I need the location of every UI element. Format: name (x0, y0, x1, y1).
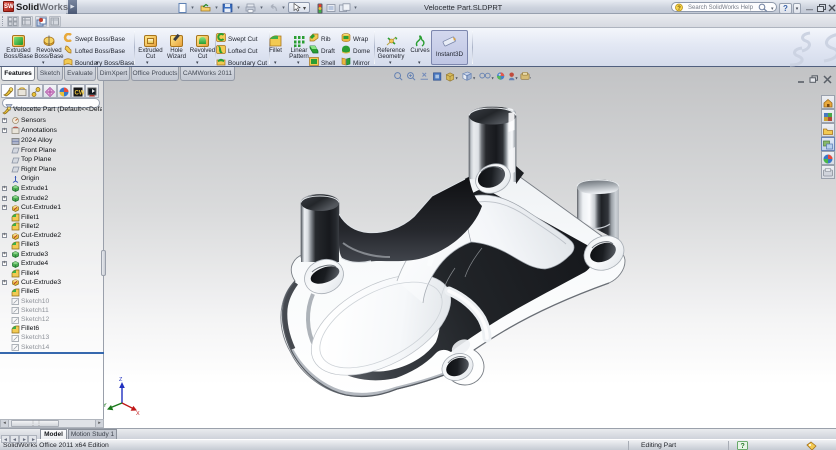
svg-text:?: ? (741, 443, 745, 450)
svg-text:◄: ◄ (3, 437, 8, 443)
svg-text:?: ? (677, 6, 681, 12)
svg-text:►: ► (22, 437, 27, 443)
svg-text:▾: ▾ (771, 6, 774, 12)
svg-text:◄: ◄ (12, 437, 17, 443)
svg-text:▾: ▾ (303, 6, 306, 12)
svg-text:CW: CW (75, 91, 85, 97)
svg-text:Z: Z (119, 377, 123, 383)
svg-text:►: ► (31, 437, 36, 443)
svg-text:X: X (136, 411, 140, 417)
